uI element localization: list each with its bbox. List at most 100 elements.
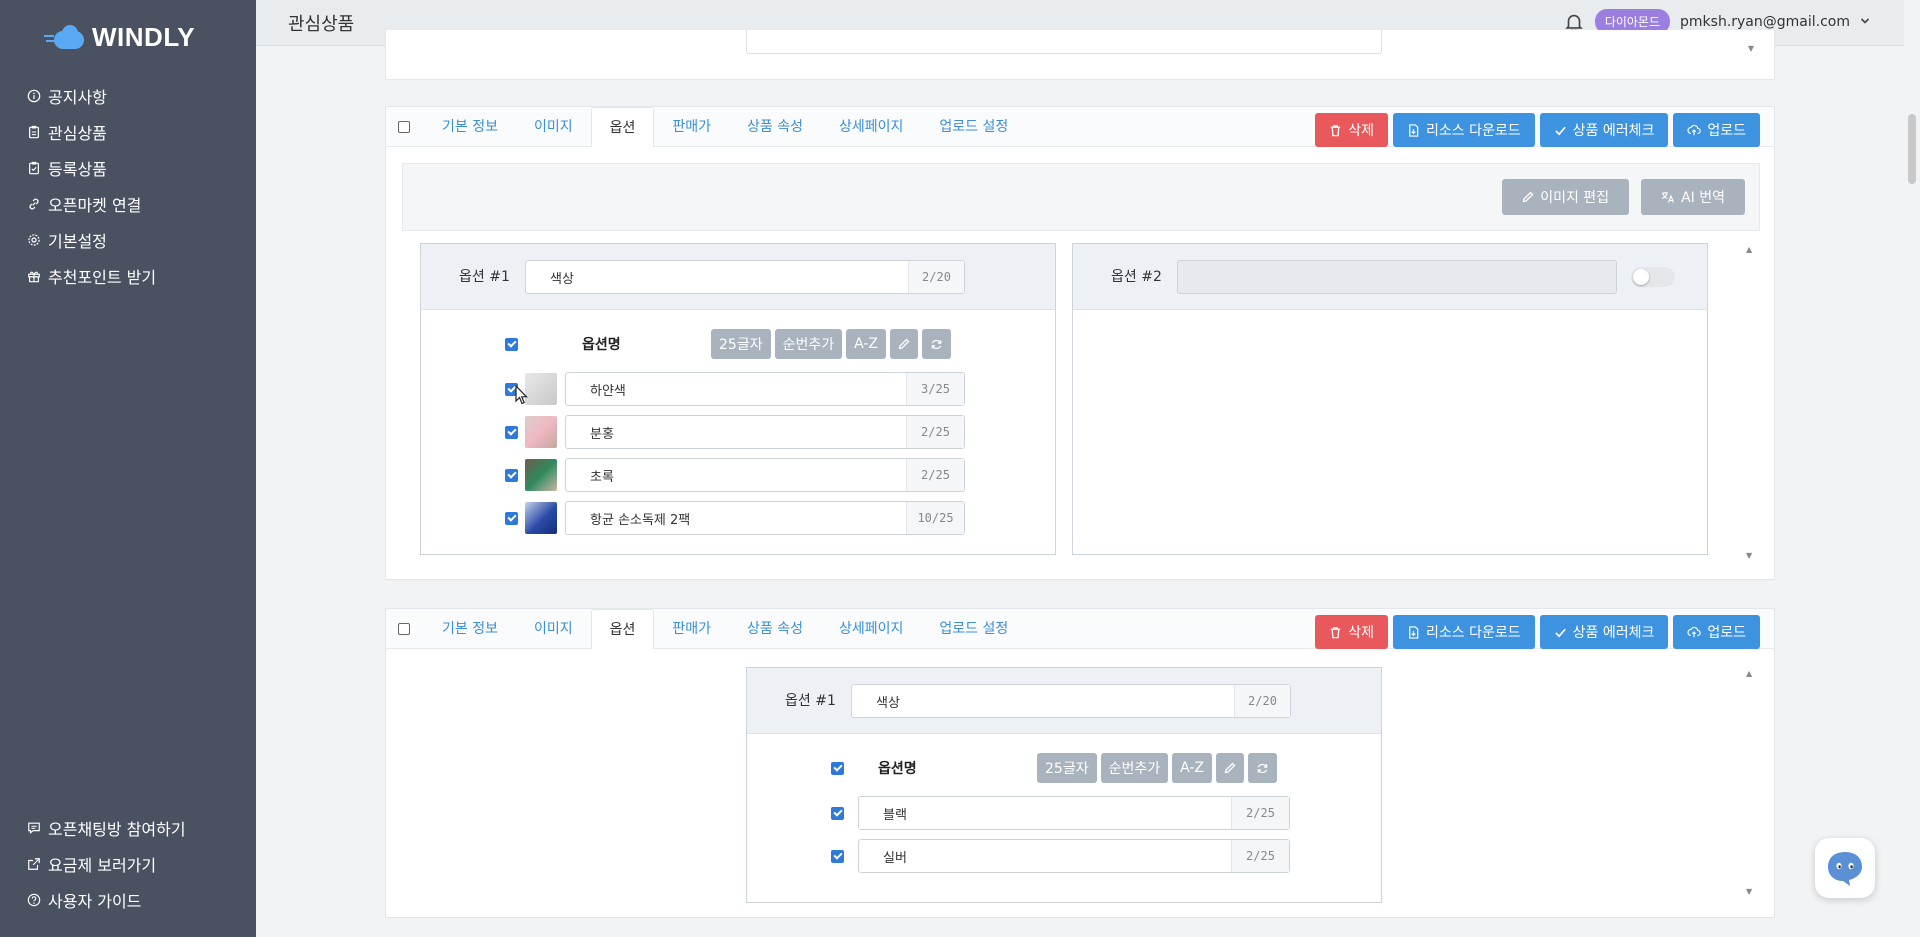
page-scrollbar[interactable]: [1904, 0, 1920, 937]
scroll-up-arrow-icon[interactable]: ▲: [1746, 669, 1758, 678]
chat-icon: [26, 820, 42, 836]
sidebar-item-referral[interactable]: 추천포인트 받기: [26, 258, 156, 294]
option-thumbnail[interactable]: [525, 459, 557, 491]
sidebar-item-label: 요금제 보러가기: [48, 856, 157, 875]
column-option-name: 옵션명: [878, 761, 917, 777]
option-value-field[interactable]: 초록 2/25: [565, 458, 965, 492]
resource-download-button[interactable]: 리소스 다운로드: [1393, 113, 1535, 147]
option-value-field[interactable]: 블랙 2/25: [858, 796, 1290, 830]
char-count: 2/25: [906, 416, 964, 448]
char-count: 10/25: [906, 502, 964, 534]
tab-upload-settings[interactable]: 업로드 설정: [921, 107, 1026, 147]
select-all-checkbox[interactable]: [505, 337, 518, 351]
option-label: 옵션 #1: [785, 693, 836, 709]
option-row: 하얀색 3/25: [505, 372, 965, 406]
sort-az-button[interactable]: A-Z: [846, 329, 887, 359]
image-edit-button[interactable]: 이미지 편집: [1502, 179, 1630, 215]
trash-icon: [1331, 124, 1341, 136]
product-card-1: 기본 정보 이미지 옵션 판매가 상품 속성 상세페이지 업로드 설정 삭제 리…: [385, 106, 1775, 580]
scrollbar-thumb[interactable]: [1908, 114, 1916, 184]
option-thumbnail[interactable]: [525, 502, 557, 534]
option-name-field-disabled[interactable]: [1177, 260, 1617, 294]
option-value-field[interactable]: 항균 손소독제 2팩 10/25: [565, 501, 965, 535]
select-all-checkbox[interactable]: [831, 761, 844, 775]
add-sequence-button[interactable]: 순번추가: [1100, 753, 1169, 783]
chatbot-icon: [1828, 852, 1862, 886]
chars25-button[interactable]: 25글자: [711, 329, 771, 359]
scroll-down-arrow-icon[interactable]: ▼: [1748, 44, 1754, 53]
row-checkbox[interactable]: [505, 468, 518, 482]
error-check-button[interactable]: 상품 에러체크: [1539, 615, 1669, 649]
logo[interactable]: WINDLY: [44, 22, 195, 53]
card-actions: 삭제 리소스 다운로드 상품 에러체크 업로드: [1315, 615, 1760, 649]
tab-basic-info[interactable]: 기본 정보: [424, 107, 516, 147]
delete-button[interactable]: 삭제: [1315, 615, 1388, 649]
chars25-button[interactable]: 25글자: [1037, 753, 1097, 783]
row-checkbox[interactable]: [505, 511, 518, 525]
option-value: 초록: [590, 469, 614, 485]
option-toggle[interactable]: [1631, 267, 1675, 287]
add-sequence-button[interactable]: 순번추가: [774, 329, 843, 359]
tab-detail-page[interactable]: 상세페이지: [821, 609, 921, 649]
sort-az-button[interactable]: A-Z: [1172, 753, 1213, 783]
option-box-2: 옵션 #2: [1072, 243, 1708, 555]
user-email[interactable]: pmksh.ryan@gmail.com: [1680, 14, 1850, 30]
tab-bar: 기본 정보 이미지 옵션 판매가 상품 속성 상세페이지 업로드 설정: [386, 107, 1026, 147]
tab-options[interactable]: 옵션: [590, 107, 655, 147]
error-check-button[interactable]: 상품 에러체크: [1539, 113, 1669, 147]
option-value-field[interactable]: 하얀색 3/25: [565, 372, 965, 406]
option-value-field[interactable]: 실버 2/25: [858, 839, 1290, 873]
delete-button[interactable]: 삭제: [1315, 113, 1388, 147]
tab-detail-page[interactable]: 상세페이지: [821, 107, 921, 147]
option-value: 블랙: [883, 807, 907, 823]
option-tools-panel: 이미지 편집 AI 번역: [402, 163, 1760, 231]
sidebar-item-pricing[interactable]: 요금제 보러가기: [26, 846, 186, 882]
row-checkbox[interactable]: [831, 849, 844, 863]
row-checkbox[interactable]: [505, 425, 518, 439]
upload-button[interactable]: 업로드: [1673, 615, 1760, 649]
tab-images[interactable]: 이미지: [516, 107, 591, 147]
refresh-button[interactable]: [922, 329, 952, 359]
help-icon: [26, 892, 42, 908]
tab-images[interactable]: 이미지: [516, 609, 591, 649]
scroll-down-arrow-icon[interactable]: ▼: [1746, 887, 1758, 896]
tab-attributes[interactable]: 상품 속성: [729, 107, 821, 147]
sidebar-item-openchat[interactable]: 오픈채팅방 참여하기: [26, 810, 186, 846]
chat-support-button[interactable]: [1815, 838, 1875, 898]
product-select-checkbox[interactable]: [398, 121, 410, 133]
product-select-checkbox[interactable]: [398, 623, 410, 635]
ai-translate-button[interactable]: AI 번역: [1641, 179, 1745, 215]
option-thumbnail[interactable]: [525, 416, 557, 448]
edit-button[interactable]: [890, 329, 919, 359]
tab-options[interactable]: 옵션: [590, 609, 655, 649]
option-list-header: 옵션명: [831, 752, 917, 784]
option-name-field[interactable]: 색상 2/20: [851, 684, 1291, 718]
refresh-icon: [931, 339, 942, 349]
sidebar-item-guide[interactable]: 사용자 가이드: [26, 882, 186, 918]
option-thumbnail[interactable]: [525, 373, 557, 405]
tab-basic-info[interactable]: 기본 정보: [424, 609, 516, 649]
tab-attributes[interactable]: 상품 속성: [729, 609, 821, 649]
row-checkbox[interactable]: [831, 806, 844, 820]
edit-button[interactable]: [1216, 753, 1245, 783]
scroll-up-arrow-icon[interactable]: ▲: [1746, 245, 1758, 254]
file-download-icon: [1409, 625, 1419, 639]
option-value-field[interactable]: 분홍 2/25: [565, 415, 965, 449]
tab-upload-settings[interactable]: 업로드 설정: [921, 609, 1026, 649]
tab-price[interactable]: 판매가: [654, 609, 729, 649]
upload-button[interactable]: 업로드: [1673, 113, 1760, 147]
option-label: 옵션 #2: [1111, 269, 1162, 285]
option-name-field[interactable]: 색상 2/20: [525, 260, 965, 294]
sidebar-item-settings[interactable]: 기본설정: [26, 222, 156, 258]
sidebar-item-favorites[interactable]: 관심상품: [26, 114, 156, 150]
chevron-down-icon[interactable]: [1860, 14, 1870, 30]
resource-download-button[interactable]: 리소스 다운로드: [1393, 615, 1535, 649]
tab-price[interactable]: 판매가: [654, 107, 729, 147]
sidebar-item-registered[interactable]: 등록상품: [26, 150, 156, 186]
option-header: 옵션 #1 색상 2/20: [747, 668, 1381, 734]
scroll-down-arrow-icon[interactable]: ▼: [1746, 551, 1758, 560]
option-row: 실버 2/25: [831, 839, 1290, 873]
sidebar-item-notice[interactable]: 공지사항: [26, 78, 156, 114]
refresh-button[interactable]: [1248, 753, 1278, 783]
sidebar-item-openmarket[interactable]: 오픈마켓 연결: [26, 186, 156, 222]
